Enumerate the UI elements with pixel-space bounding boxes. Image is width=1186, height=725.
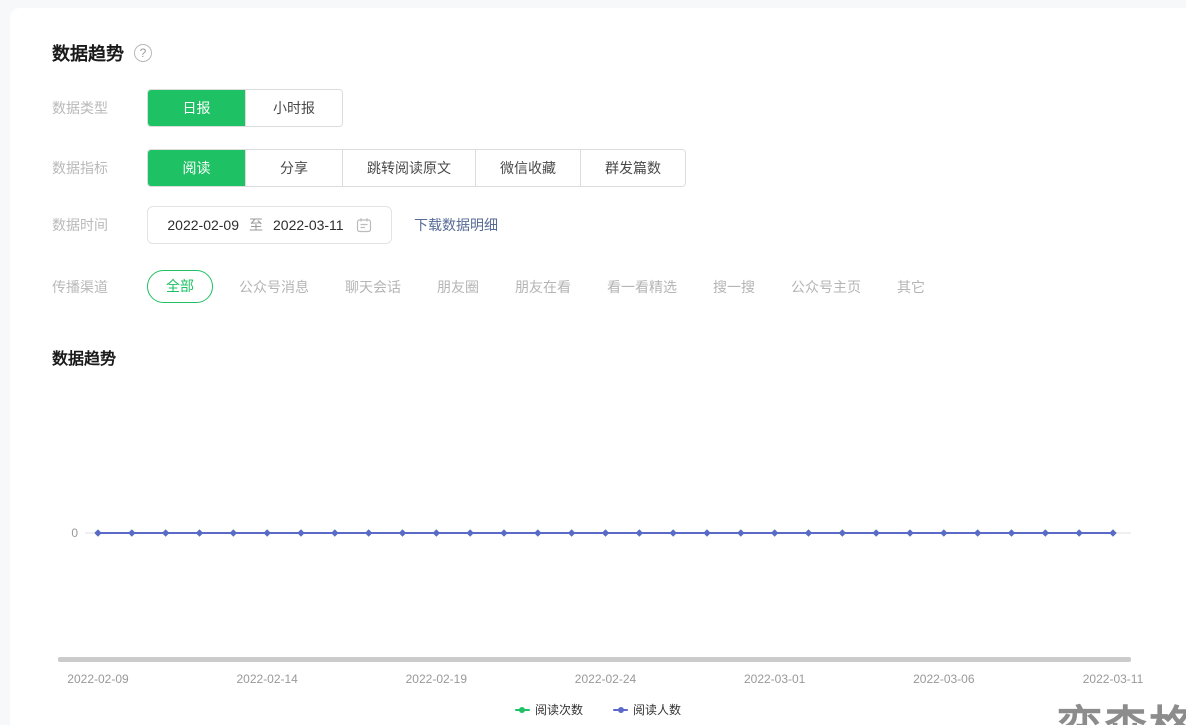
data-point [1042,529,1049,536]
channel-label: 传播渠道 [52,277,147,297]
data-point [162,529,169,536]
data-point [433,529,440,536]
x-axis-label: 2022-03-11 [1083,672,1144,686]
legend-label: 阅读次数 [535,701,583,718]
page-title-row: 数据趋势 ? [52,40,1186,66]
trend-chart: 0 2022-02-09 2022-02-14 2022-02-19 2022-02-2… [10,373,1186,725]
data-point [128,529,135,536]
data-point [805,529,812,536]
legend-marker-icon [515,709,530,711]
data-point [940,529,947,536]
data-point [974,529,981,536]
data-point [331,529,338,536]
data-point [500,529,507,536]
data-metric-row: 数据指标 阅读分享跳转阅读原文微信收藏群发篇数 [52,149,1186,187]
channel-list: 全部 公众号消息 聊天会话 朋友圈 朋友在看 看一看精选 搜一搜 公众号主页 其它 [147,270,925,303]
data-type-row: 数据类型 日报小时报 [52,89,1186,127]
data-point [196,529,203,536]
data-point [230,529,237,536]
channel-option[interactable]: 看一看精选 [607,277,677,297]
data-point [264,529,271,536]
data-point [568,529,575,536]
data-point [670,529,677,536]
channel-row: 传播渠道 全部 公众号消息 聊天会话 朋友圈 朋友在看 看一看精选 搜一搜 公众号主页 其它 [52,270,1186,303]
data-metric-option[interactable]: 分享 [245,150,342,186]
start-date: 2022-02-09 [167,217,239,233]
channel-option[interactable]: 搜一搜 [713,277,755,297]
x-axis-label: 2022-02-14 [236,672,298,686]
data-type-group: 日报小时报 [147,89,343,127]
data-point [467,529,474,536]
data-metric-option[interactable]: 阅读 [148,150,245,186]
x-axis-label: 2022-02-19 [406,672,468,686]
channel-option[interactable]: 全部 [147,270,213,303]
help-icon[interactable]: ? [134,44,152,62]
data-point [906,529,913,536]
chart-canvas: 0 2022-02-09 2022-02-14 2022-02-19 2022-02-2… [10,373,1186,725]
x-axis-label: 2022-02-24 [575,672,637,686]
data-point [703,529,710,536]
data-point [1008,529,1015,536]
x-axis-label: 2022-02-09 [67,672,129,686]
data-point [365,529,372,536]
data-point [737,529,744,536]
channel-option[interactable]: 朋友在看 [515,277,571,297]
legend-item[interactable]: 阅读人数 [613,701,681,718]
watermark: 奕森格 [1057,691,1186,725]
data-point [94,529,101,536]
data-point [1109,529,1116,536]
legend-item[interactable]: 阅读次数 [515,701,583,718]
data-point [636,529,643,536]
x-axis-label: 2022-03-06 [913,672,975,686]
data-metric-option[interactable]: 群发篇数 [580,150,685,186]
data-metric-option[interactable]: 微信收藏 [475,150,580,186]
data-point [1076,529,1083,536]
data-metric-group: 阅读分享跳转阅读原文微信收藏群发篇数 [147,149,686,187]
end-date: 2022-03-11 [273,217,344,233]
chart-section-title: 数据趋势 [52,345,1186,369]
date-range-picker[interactable]: 2022-02-09 至 2022-03-11 [147,206,392,244]
data-point [534,529,541,536]
chart-scrollbar[interactable] [58,657,1131,662]
date-separator: 至 [249,215,263,235]
channel-option[interactable]: 公众号消息 [239,277,309,297]
channel-option[interactable]: 聊天会话 [345,277,401,297]
chart-legend: 阅读次数 阅读人数 [10,701,1186,718]
channel-option[interactable]: 朋友圈 [437,277,479,297]
calendar-icon [356,217,372,233]
download-data-link[interactable]: 下载数据明细 [414,215,498,235]
data-time-label: 数据时间 [52,215,147,235]
data-type-option[interactable]: 小时报 [245,90,342,126]
y-axis-label: 0 [71,526,78,540]
data-trend-panel: 数据趋势 ? 数据类型 日报小时报 数据指标 阅读分享跳转阅读原文微信收藏群发篇… [10,8,1186,725]
data-type-option[interactable]: 日报 [148,90,245,126]
x-axis-label: 2022-03-01 [744,672,806,686]
legend-label: 阅读人数 [633,701,681,718]
data-point [297,529,304,536]
data-time-row: 数据时间 2022-02-09 至 2022-03-11 下载数据明细 [52,206,1186,244]
data-point [602,529,609,536]
data-point [771,529,778,536]
data-type-label: 数据类型 [52,98,147,118]
data-point [873,529,880,536]
channel-option[interactable]: 公众号主页 [791,277,861,297]
channel-option[interactable]: 其它 [897,277,925,297]
page-title: 数据趋势 [52,40,124,66]
legend-marker-icon [613,709,628,711]
data-metric-option[interactable]: 跳转阅读原文 [342,150,475,186]
data-point [839,529,846,536]
data-point [399,529,406,536]
data-metric-label: 数据指标 [52,158,147,178]
